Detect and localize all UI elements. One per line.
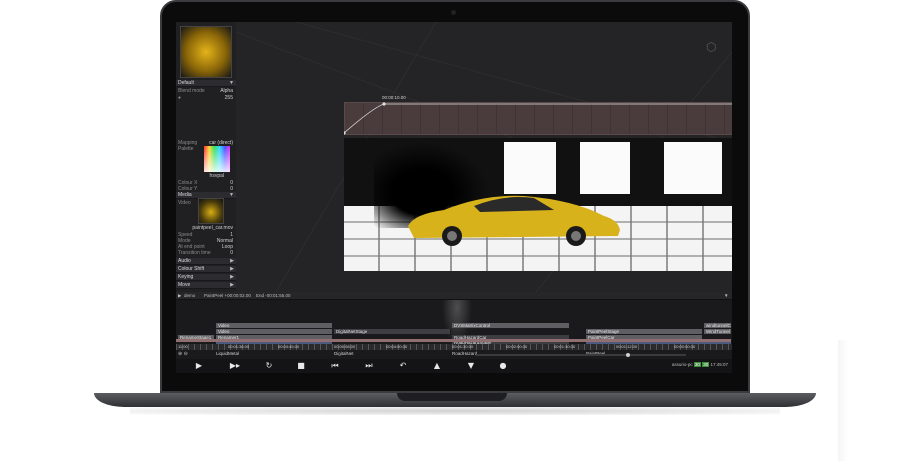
chevron-right-icon: ▶ (230, 266, 234, 272)
undo-icon[interactable]: ↶ (396, 360, 410, 372)
move-section[interactable]: Move ▶ (176, 282, 236, 289)
previous-icon[interactable]: ⏮ (328, 360, 342, 372)
timeline-clip[interactable]: Video (216, 329, 333, 334)
play-icon[interactable]: ▶ (192, 360, 206, 372)
ruler-tick-label: 00:01:30.00 (452, 344, 474, 349)
play-icon[interactable]: ▶ (178, 292, 181, 300)
3d-viewport[interactable]: ⬡ 00:00:10.00 255 0 (236, 22, 732, 292)
chevron-down-icon: ▼ (229, 192, 234, 198)
layer-thumbnail[interactable] (180, 26, 232, 78)
timeline-clip[interactable]: windtunnelC (704, 323, 732, 328)
cube-icon[interactable]: ⬡ (706, 40, 716, 54)
preset-dropdown[interactable]: Default ▼ (176, 80, 236, 87)
chevron-right-icon: ▶ (230, 274, 234, 280)
stop-icon[interactable]: ■ (294, 360, 308, 372)
scene-window (664, 142, 722, 194)
colour-shift-section-label: Colour Shift (178, 266, 205, 272)
timeline-current-clip: PaintPeel +00:00:02.00 (204, 293, 251, 298)
scene-name: LiquidMetal (216, 351, 240, 356)
down-arrow-icon[interactable]: ▼ (464, 360, 478, 372)
blend-mode-value: Alpha (220, 88, 233, 94)
palette-name-row: hsvpal (178, 173, 234, 179)
blend-mode-label: Blend mode (178, 88, 205, 94)
timeline-scrubber[interactable] (476, 353, 686, 357)
timeline-end-time: End -00:01:55.00 (256, 293, 291, 298)
record-icon[interactable]: ● (496, 360, 510, 372)
chevron-right-icon: ▶ (230, 282, 234, 288)
status-badge: 30 (702, 362, 710, 367)
laptop-notch (397, 393, 507, 401)
next-icon[interactable]: ⏭ (362, 360, 376, 372)
car-model (408, 195, 620, 246)
play-next-icon[interactable]: ▶▸ (228, 360, 242, 372)
opacity-value[interactable]: 255 (225, 95, 233, 101)
chevron-down-icon[interactable]: ▼ (724, 292, 728, 300)
transition-value[interactable]: 0 (230, 250, 233, 256)
chevron-right-icon: ▶ (230, 258, 234, 264)
status-host: assurio-pc (671, 362, 693, 367)
inspector-panel: Default ▼ Blend mode Alpha ● 255 Mapping… (176, 22, 236, 297)
ruler-tick-label: 00:03:45.00 (278, 344, 300, 349)
app-screen: Default ▼ Blend mode Alpha ● 255 Mapping… (176, 22, 732, 373)
timeline-clip[interactable]: PaintPeelStage (586, 329, 703, 334)
zoom-icon[interactable]: ⊕ ⊖ (178, 351, 188, 357)
scene-name: DigitalNet (334, 351, 354, 356)
ruler-tick-label: 00:00:08.00 (334, 344, 356, 349)
palette-label: Palette (178, 146, 194, 152)
keying-section-label: Keying (178, 274, 194, 280)
chevron-down-icon: ▼ (229, 80, 234, 86)
background-edge (838, 340, 848, 461)
status-clock: 17:45:07 (710, 362, 728, 367)
status-badge: 30 (693, 362, 701, 367)
laptop-shadow (130, 407, 780, 415)
ruler-tick-label: 00:04:00.00 (386, 344, 408, 349)
ruler-tick-label: 11:00 (178, 344, 188, 349)
timeline-name[interactable]: demo (184, 292, 195, 300)
palette-swatch[interactable] (204, 146, 230, 172)
opacity-row[interactable]: ● 255 (178, 95, 234, 101)
loop-icon[interactable]: ↻ (262, 360, 276, 372)
move-section-label: Move (178, 282, 191, 288)
render-preview (344, 138, 732, 271)
timeline-header: ▶ demo PaintPeel +00:00:02.00 End -00:01… (176, 292, 732, 300)
ruler-tick-label: 00:01:36.00 (228, 344, 250, 349)
transition-row[interactable]: Transition time 0 (178, 250, 234, 256)
blend-mode-row[interactable]: Blend mode Alpha (178, 88, 234, 94)
ruler-tick-label: 00:01:30.00 (554, 344, 576, 349)
preset-label: Default (178, 80, 194, 86)
timeline-clip[interactable]: Video (216, 323, 333, 328)
transition-label: Transition time (178, 250, 211, 256)
timeline-clip[interactable]: DigitalNetStage (334, 329, 451, 334)
marketing-image: Default ▼ Blend mode Alpha ● 255 Mapping… (0, 0, 903, 461)
keying-section[interactable]: Keying ▶ (176, 274, 236, 281)
ruler-tick-label: 00:01:12.00 (616, 344, 638, 349)
status-bar: assurio-pc 30 30 17:45:07 (672, 362, 728, 367)
curve-keyframe-time: 00:00:10.00 (382, 95, 406, 100)
timeline-ruler[interactable]: 11:00 00:01:36.00 00:03:45.00 00:00:08.0… (176, 344, 732, 350)
timeline-clip[interactable]: DVSMatrixControl (452, 323, 570, 328)
audio-section[interactable]: Audio ▶ (176, 258, 236, 265)
up-arrow-icon[interactable]: ▲ (430, 360, 444, 372)
video-file-row: paintpeel_car.mov (178, 225, 234, 231)
ruler-tick-label: 00:00:00.00 (674, 344, 696, 349)
curve-line (344, 102, 732, 135)
camera-icon (451, 10, 456, 15)
timeline-panel: ▶ demo PaintPeel +00:00:02.00 End -00:01… (176, 292, 732, 373)
colour-shift-section[interactable]: Colour Shift ▶ (176, 266, 236, 273)
ruler-tick-label: 00:02:00.00 (506, 344, 528, 349)
video-file-name: paintpeel_car.mov (192, 225, 233, 231)
palette-name: hsvpal (209, 173, 224, 179)
timeline-clip[interactable]: WindTunnel (704, 329, 732, 334)
transport-bar: ▶ ▶▸ ↻ ■ ⏮ ⏭ ↶ ▲ ▼ ● assurio-pc 30 30 17… (176, 359, 732, 373)
media-section-label: Media (178, 192, 192, 198)
audio-section-label: Audio (178, 258, 191, 264)
scene-name: RoadHazard (452, 351, 478, 356)
bulb-icon: ● (178, 95, 182, 101)
video-thumbnail[interactable] (198, 198, 224, 224)
video-label: Video (178, 200, 191, 206)
